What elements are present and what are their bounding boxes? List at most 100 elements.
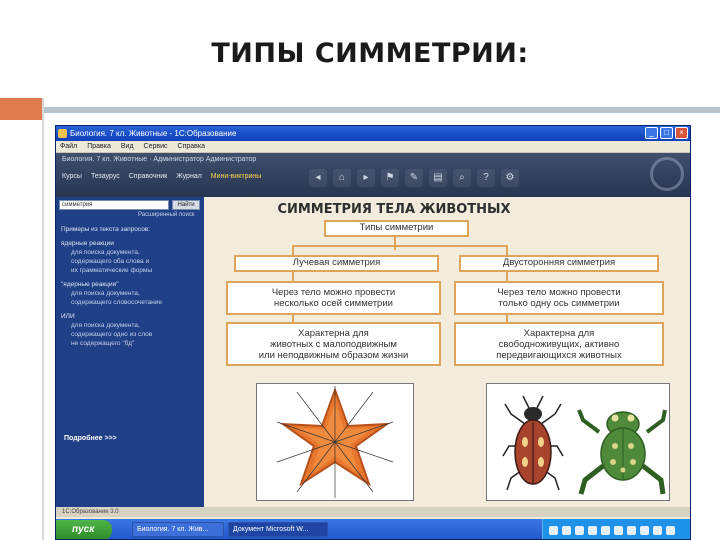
connector bbox=[506, 271, 508, 281]
app-window: Биология. 7 кл. Животные - 1С:Образовани… bbox=[55, 125, 691, 540]
radial-lifestyle-line-2: животных с малоподвижным bbox=[270, 339, 397, 350]
sidebar-help-line: Примеры из текста запросов: bbox=[61, 226, 151, 233]
status-bar: 1С:Образование 3.0 bbox=[56, 507, 690, 517]
radial-axes-line-1: Через тело можно провести bbox=[271, 287, 396, 298]
start-button[interactable]: пуск bbox=[56, 520, 112, 539]
menu-help[interactable]: Справка bbox=[178, 141, 205, 152]
tray-icon[interactable] bbox=[601, 525, 610, 535]
menu-edit[interactable]: Правка bbox=[87, 141, 111, 152]
connector bbox=[292, 314, 294, 322]
nav-quizzes[interactable]: Мини-виктрины bbox=[211, 173, 262, 180]
connector bbox=[506, 314, 508, 322]
tools-icon[interactable]: ✎ bbox=[405, 169, 423, 187]
radial-lifestyle-line-3: или неподвижным образом жизни bbox=[258, 350, 409, 361]
bookmark-icon[interactable]: ⚑ bbox=[381, 169, 399, 187]
close-button[interactable]: × bbox=[675, 127, 688, 139]
box-symmetry-types: Типы симметрии bbox=[324, 220, 469, 237]
frog-icon bbox=[577, 409, 667, 495]
box-bilateral-lifestyle: Характерна для свободноживущих, активно … bbox=[454, 322, 664, 366]
window-titlebar[interactable]: Биология. 7 кл. Животные - 1С:Образовани… bbox=[56, 126, 690, 141]
box-radial-axes: Через тело можно провести несколько осей… bbox=[226, 281, 441, 315]
app-icon bbox=[58, 129, 67, 138]
sidebar-help-line: для поиска документа, bbox=[71, 249, 140, 256]
menu-view[interactable]: Вид bbox=[121, 141, 134, 152]
minimize-button[interactable]: _ bbox=[645, 127, 658, 139]
tray-icon[interactable] bbox=[549, 525, 558, 535]
sidebar-help-line: "ядерные реакции" bbox=[61, 281, 119, 288]
box-radial-lifestyle: Характерна для животных с малоподвижным … bbox=[226, 322, 441, 366]
decorative-swirl-icon bbox=[650, 157, 684, 191]
system-tray bbox=[542, 519, 690, 539]
sidebar-help-line: ядерные реакции bbox=[61, 240, 114, 247]
bilateral-lifestyle-line-2: свободноживущих, активно bbox=[498, 339, 620, 350]
home-icon[interactable]: ⌂ bbox=[333, 169, 351, 187]
menu-file[interactable]: Файл bbox=[60, 141, 77, 152]
tray-icon[interactable] bbox=[614, 525, 623, 535]
menubar: Файл Правка Вид Сервис Справка bbox=[56, 141, 690, 153]
tray-icon[interactable] bbox=[666, 525, 675, 535]
radial-axes-line-2: несколько осей симметрии bbox=[274, 298, 393, 309]
box-bilateral-symmetry: Двусторонняя симметрия bbox=[459, 255, 659, 272]
taskbar-item-word[interactable]: Документ Microsoft W... bbox=[228, 522, 328, 537]
window-title: Биология. 7 кл. Животные - 1С:Образовани… bbox=[70, 129, 237, 138]
app-nav: Курсы Тезаурус Справочник Журнал Мини-ви… bbox=[62, 173, 261, 180]
bilateral-axes-line-2: только одну ось симметрии bbox=[498, 298, 620, 309]
sidebar-help-line: содержащего одно из слов bbox=[71, 331, 153, 338]
sidebar-help-line: содержащего оба слова и bbox=[71, 258, 150, 265]
box-bilateral-axes: Через тело можно провести только одну ос… bbox=[454, 281, 664, 315]
box-radial-symmetry: Лучевая симметрия bbox=[234, 255, 439, 272]
tray-icon[interactable] bbox=[627, 525, 636, 535]
breadcrumb: Биология. 7 кл. Животные · Администратор… bbox=[62, 156, 257, 163]
forward-icon[interactable]: ▸ bbox=[357, 169, 375, 187]
taskbar-item-biology[interactable]: Биология. 7 кл. Жив... bbox=[132, 522, 224, 537]
app-header: Биология. 7 кл. Животные · Администратор… bbox=[56, 153, 690, 197]
search-help-text: Примеры из текста запросов: ядерные реакц… bbox=[61, 225, 199, 348]
settings-icon[interactable]: ⚙ bbox=[501, 169, 519, 187]
tray-icon[interactable] bbox=[575, 525, 584, 535]
back-icon[interactable]: ◂ bbox=[309, 169, 327, 187]
beetle-frog-image bbox=[486, 383, 670, 501]
tray-icon[interactable] bbox=[588, 525, 597, 535]
sidebar-help-line: для поиска документа, bbox=[71, 322, 140, 329]
search-icon[interactable]: ⌕ bbox=[453, 169, 471, 187]
slide-title: ТИПЫ СИММЕТРИИ: bbox=[211, 38, 529, 69]
accent-line bbox=[42, 107, 720, 113]
connector bbox=[394, 236, 396, 250]
menu-tools[interactable]: Сервис bbox=[144, 141, 168, 152]
bilateral-lifestyle-line-3: передвигающихся животных bbox=[496, 350, 622, 361]
content-area: СИММЕТРИЯ ТЕЛА ЖИВОТНЫХ Типы симметрии Л… bbox=[204, 197, 690, 507]
accent-divider bbox=[42, 98, 44, 540]
print-icon[interactable]: ▤ bbox=[429, 169, 447, 187]
toolbar: ◂ ⌂ ▸ ⚑ ✎ ▤ ⌕ ? ⚙ bbox=[309, 169, 519, 187]
help-icon[interactable]: ? bbox=[477, 169, 495, 187]
tray-icon[interactable] bbox=[562, 525, 571, 535]
sidebar-help-line: содержащего словосочетание bbox=[71, 299, 162, 306]
tray-icon[interactable] bbox=[653, 525, 662, 535]
search-input[interactable] bbox=[59, 200, 169, 210]
taskbar: пуск Биология. 7 кл. Жив... Документ Mic… bbox=[56, 519, 690, 539]
nav-courses[interactable]: Курсы bbox=[62, 173, 82, 180]
nav-thesaurus[interactable]: Тезаурус bbox=[91, 173, 120, 180]
nav-journal[interactable]: Журнал bbox=[176, 173, 202, 180]
search-button[interactable]: Найти bbox=[172, 200, 200, 210]
accent-square bbox=[0, 98, 42, 120]
advanced-search-link[interactable]: Расширенный поиск bbox=[138, 212, 195, 218]
sidebar-help-line: не содержащего "бд" bbox=[71, 340, 135, 347]
sidebar-help-line: их грамматические формы bbox=[71, 267, 153, 274]
beetle-icon bbox=[502, 395, 564, 491]
bilateral-lifestyle-line-1: Характерна для bbox=[523, 328, 595, 339]
starfish-icon bbox=[276, 386, 394, 498]
maximize-button[interactable]: □ bbox=[660, 127, 673, 139]
radial-lifestyle-line-1: Характерна для bbox=[298, 328, 369, 339]
sidebar-help-line: ИЛИ bbox=[61, 313, 75, 320]
nav-reference[interactable]: Справочник bbox=[129, 173, 168, 180]
starfish-image bbox=[256, 383, 414, 501]
tray-icon[interactable] bbox=[640, 525, 649, 535]
content-title: СИММЕТРИЯ ТЕЛА ЖИВОТНЫХ bbox=[277, 202, 511, 217]
sidebar: Найти Расширенный поиск Примеры из текст… bbox=[56, 197, 204, 517]
sidebar-help-line: для поиска документа, bbox=[71, 290, 140, 297]
connector bbox=[292, 271, 294, 281]
more-link[interactable]: Подробнее >>> bbox=[64, 435, 117, 442]
bilateral-axes-line-1: Через тело можно провести bbox=[497, 287, 621, 298]
connector bbox=[292, 245, 508, 247]
